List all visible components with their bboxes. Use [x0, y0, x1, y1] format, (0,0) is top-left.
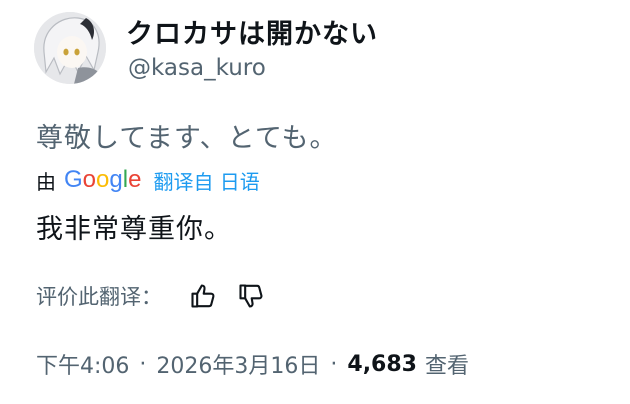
google-logo: Google	[64, 166, 142, 193]
thumbs-down-icon[interactable]	[234, 279, 268, 313]
thumbs-up-icon[interactable]	[186, 279, 220, 313]
avatar-image	[34, 12, 106, 84]
rate-translation: 评价此翻译：	[36, 278, 268, 314]
avatar[interactable]	[34, 12, 106, 84]
translation-attribution: 由 Google 翻译自 日语	[36, 163, 260, 197]
translated-by-label: 由	[36, 169, 56, 194]
tweet-time[interactable]: 下午4:06	[36, 348, 129, 380]
translated-from-link[interactable]: 翻译自 日语	[153, 166, 259, 195]
tweet-text: 尊敬してます、とても。	[36, 123, 338, 154]
meta-separator: ·	[139, 351, 147, 377]
translated-text: 我非常尊重你。	[36, 214, 232, 245]
meta-separator: ·	[330, 351, 338, 377]
user-handle[interactable]: @kasa_kuro	[128, 55, 266, 81]
views-label: 查看	[424, 354, 469, 379]
tweet-card: クロカサは開かない @kasa_kuro 尊敬してます、とても。 由 Googl…	[0, 0, 630, 404]
tweet-date[interactable]: 2026年3月16日	[156, 348, 320, 380]
display-name[interactable]: クロカサは開かない	[126, 12, 378, 51]
tweet-meta: 下午4:06 · 2026年3月16日 · 4,683 查看	[36, 348, 469, 380]
views-count: 4,683	[347, 351, 417, 377]
rate-translation-label: 评价此翻译：	[36, 285, 162, 309]
